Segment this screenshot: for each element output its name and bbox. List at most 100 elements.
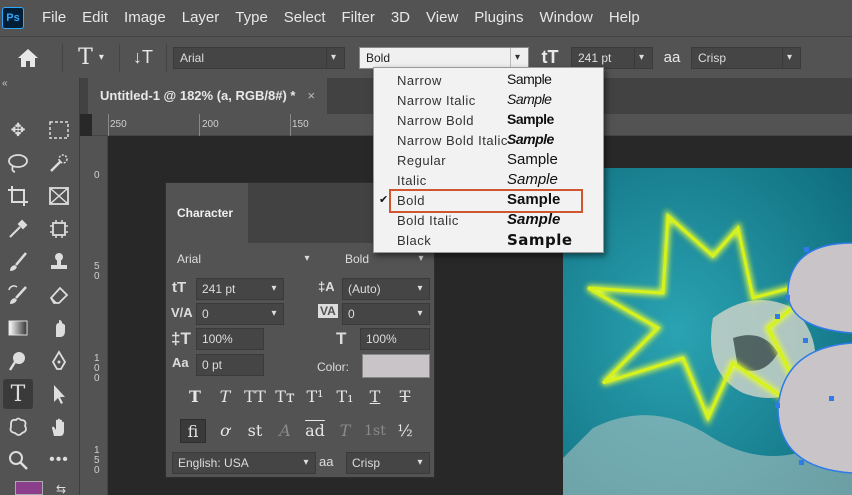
ruler-tick-label: 5 0 bbox=[94, 261, 100, 282]
eraser-tool-icon[interactable] bbox=[44, 280, 74, 310]
crop-tool-icon[interactable] bbox=[3, 181, 33, 211]
marquee-tool-icon[interactable] bbox=[44, 115, 74, 145]
menu-3d[interactable]: 3D bbox=[383, 0, 418, 36]
menu-window[interactable]: Window bbox=[531, 0, 600, 36]
tracking-select[interactable]: 0 ▾ bbox=[342, 303, 430, 325]
baseline-shift-input[interactable]: 0 pt bbox=[196, 354, 264, 376]
quick-selection-tool-icon[interactable] bbox=[44, 148, 74, 178]
menu-view[interactable]: View bbox=[418, 0, 466, 36]
discretionary-ligatures-button[interactable]: st bbox=[242, 419, 268, 443]
pen-tool-icon[interactable] bbox=[44, 346, 74, 376]
swash-button[interactable]: A bbox=[272, 419, 298, 443]
document-canvas[interactable] bbox=[563, 168, 852, 495]
lasso-tool-icon[interactable] bbox=[3, 148, 33, 178]
horizontal-scale-input[interactable]: 100% bbox=[360, 328, 430, 350]
stylistic-alternates-button[interactable]: ad bbox=[302, 419, 328, 443]
chevron-down-icon: ▾ bbox=[782, 47, 796, 68]
vertical-scale-input[interactable]: 100% bbox=[196, 328, 264, 350]
document-tab[interactable]: Untitled-1 @ 182% (a, RGB/8#) * × bbox=[88, 78, 328, 114]
font-style-option-narrow[interactable]: Narrow Sample bbox=[374, 70, 603, 90]
language-select[interactable]: English: USA ▾ bbox=[172, 452, 316, 474]
vertical-ruler: 0 5 0 1 0 0 1 5 0 bbox=[80, 136, 108, 495]
font-style-option-italic[interactable]: Italic Sample bbox=[374, 170, 603, 190]
type-tool-icon[interactable]: T bbox=[3, 379, 33, 409]
panel-font-size-select[interactable]: 241 pt ▾ bbox=[196, 278, 284, 300]
subscript-button[interactable]: T₁ bbox=[332, 385, 358, 409]
font-style-option-narrow-italic[interactable]: Narrow Italic Sample bbox=[374, 90, 603, 110]
strikethrough-button[interactable]: T bbox=[392, 385, 418, 409]
home-icon[interactable] bbox=[0, 48, 56, 68]
font-style-option-regular[interactable]: Regular Sample bbox=[374, 150, 603, 170]
vertical-scale-icon: ‡T bbox=[171, 329, 191, 348]
hand-tool-icon[interactable] bbox=[44, 412, 74, 442]
menu-layer[interactable]: Layer bbox=[174, 0, 228, 36]
font-style-option-bold-italic[interactable]: Bold Italic Sample bbox=[374, 210, 603, 230]
ruler-tick bbox=[290, 114, 291, 136]
font-family-select[interactable]: Arial ▾ bbox=[173, 46, 345, 69]
anti-alias-select[interactable]: Crisp ▾ bbox=[691, 46, 801, 69]
kerning-select[interactable]: 0 ▾ bbox=[196, 303, 284, 325]
ruler-tick-label: 1 5 0 bbox=[94, 445, 100, 476]
fractions-button[interactable]: ½ bbox=[392, 419, 418, 443]
menu-type[interactable]: Type bbox=[227, 0, 276, 36]
text-color-swatch[interactable] bbox=[362, 354, 430, 378]
patch-tool-icon[interactable] bbox=[44, 214, 74, 244]
chevron-down-icon: ▾ bbox=[271, 283, 277, 294]
foreground-color-swatch[interactable] bbox=[15, 481, 43, 495]
brush-tool-icon[interactable] bbox=[3, 247, 33, 277]
panel-font-family-select[interactable]: Arial ▾ bbox=[172, 249, 316, 271]
titling-alternates-button[interactable]: T bbox=[332, 419, 358, 443]
swap-colors-icon[interactable]: ⇆ bbox=[46, 474, 76, 495]
font-style-option-black[interactable]: Black Sample bbox=[374, 230, 603, 250]
font-style-option-narrow-bold-italic[interactable]: Narrow Bold Italic Sample bbox=[374, 130, 603, 150]
photoshop-window: Ps File Edit Image Layer Type Select Fil… bbox=[0, 0, 852, 495]
menu-plugins[interactable]: Plugins bbox=[466, 0, 531, 36]
old-style-button[interactable]: ơ bbox=[212, 419, 238, 443]
dodge-tool-icon[interactable] bbox=[3, 346, 33, 376]
all-caps-button[interactable]: TT bbox=[242, 385, 268, 409]
horizontal-type-tool-icon[interactable]: T ▾ bbox=[69, 45, 113, 70]
leading-icon: ‡A bbox=[318, 279, 335, 294]
photoshop-logo: Ps bbox=[2, 7, 24, 29]
character-panel-tab[interactable]: Character bbox=[166, 183, 248, 243]
font-style-select[interactable]: Bold ▾ bbox=[359, 46, 529, 69]
more-tools-icon[interactable]: ••• bbox=[44, 445, 74, 475]
menu-help[interactable]: Help bbox=[601, 0, 648, 36]
small-caps-button[interactable]: Tт bbox=[272, 385, 298, 409]
panel-font-style-value: Bold bbox=[345, 252, 370, 266]
faux-italic-button[interactable]: T bbox=[212, 385, 238, 409]
anti-alias-value: Crisp bbox=[698, 50, 727, 65]
font-size-select[interactable]: 241 pt ▾ bbox=[571, 46, 653, 69]
move-tool-icon[interactable]: ✥ bbox=[3, 115, 33, 145]
panel-font-size-value: 241 pt bbox=[202, 282, 236, 296]
frame-tool-icon[interactable] bbox=[44, 181, 74, 211]
collapse-panel-icon[interactable]: « bbox=[0, 78, 79, 90]
ordinals-button[interactable]: 1st bbox=[362, 419, 388, 443]
superscript-button[interactable]: T¹ bbox=[302, 385, 328, 409]
menu-image[interactable]: Image bbox=[116, 0, 174, 36]
custom-shape-tool-icon[interactable] bbox=[3, 412, 33, 442]
font-style-option-narrow-bold[interactable]: Narrow Bold Sample bbox=[374, 110, 603, 130]
underline-button[interactable]: T bbox=[362, 385, 388, 409]
ruler-tick bbox=[199, 114, 200, 136]
path-selection-tool-icon[interactable] bbox=[44, 379, 74, 409]
zoom-tool-icon[interactable] bbox=[3, 445, 33, 475]
toggle-text-orientation-icon[interactable]: ↓T bbox=[126, 47, 160, 68]
menu-filter[interactable]: Filter bbox=[334, 0, 383, 36]
menu-edit[interactable]: Edit bbox=[74, 0, 116, 36]
font-style-option-label: Narrow Bold bbox=[397, 113, 475, 128]
faux-bold-button[interactable]: T bbox=[182, 385, 208, 409]
ligatures-button[interactable]: fi bbox=[180, 419, 206, 443]
menu-select[interactable]: Select bbox=[276, 0, 334, 36]
tracking-icon: VA bbox=[318, 304, 338, 318]
menu-file[interactable]: File bbox=[34, 0, 74, 36]
eyedropper-tool-icon[interactable] bbox=[3, 214, 33, 244]
panel-anti-alias-select[interactable]: Crisp ▾ bbox=[346, 452, 430, 474]
font-family-value: Arial bbox=[180, 50, 205, 65]
gradient-tool-icon[interactable] bbox=[3, 313, 33, 343]
smudge-tool-icon[interactable] bbox=[44, 313, 74, 343]
stamp-tool-icon[interactable] bbox=[44, 247, 74, 277]
close-icon[interactable]: × bbox=[307, 78, 315, 114]
history-brush-tool-icon[interactable] bbox=[3, 280, 33, 310]
leading-select[interactable]: (Auto) ▾ bbox=[342, 278, 430, 300]
